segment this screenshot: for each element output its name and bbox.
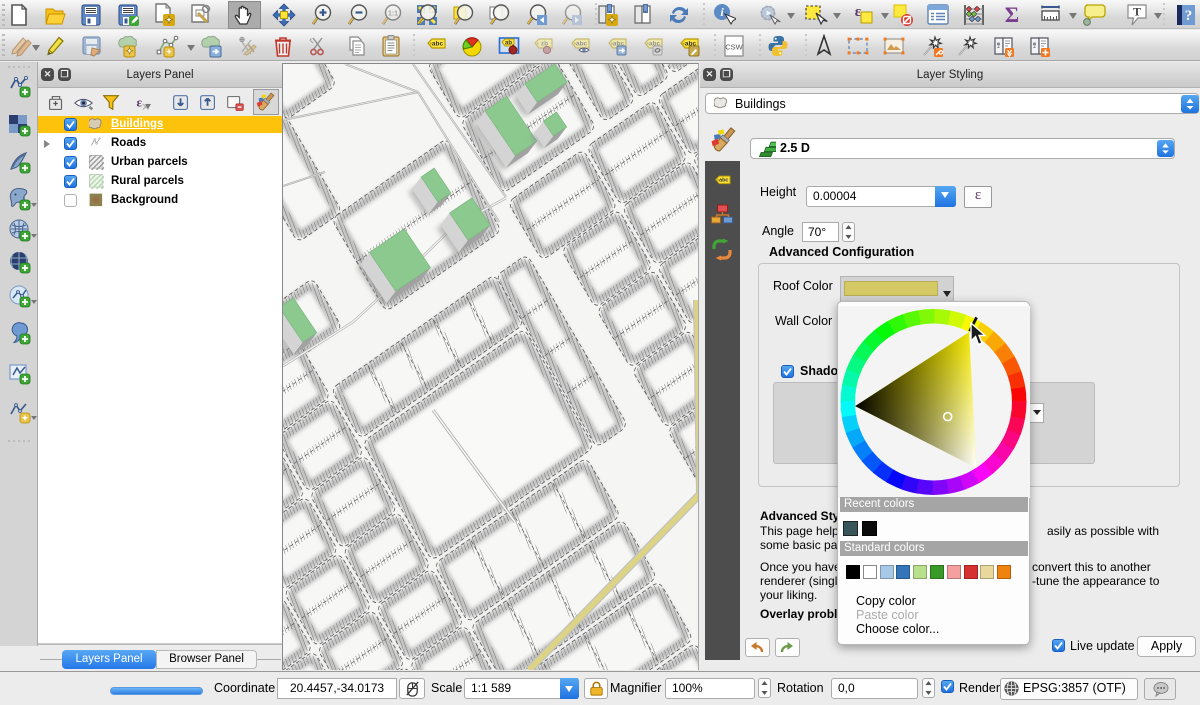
- svg-text:ε: ε: [137, 96, 143, 110]
- svg-text:Σ: Σ: [1005, 3, 1019, 27]
- svg-text:abc: abc: [432, 41, 444, 48]
- svg-text:ab: ab: [505, 41, 512, 47]
- svg-text:abc: abc: [576, 41, 588, 48]
- svg-text:CSW: CSW: [725, 43, 743, 52]
- svg-text:abc: abc: [719, 178, 728, 184]
- svg-text:T: T: [1133, 5, 1141, 19]
- svg-text:?: ?: [1185, 8, 1193, 24]
- svg-text:1:1: 1:1: [388, 11, 398, 18]
